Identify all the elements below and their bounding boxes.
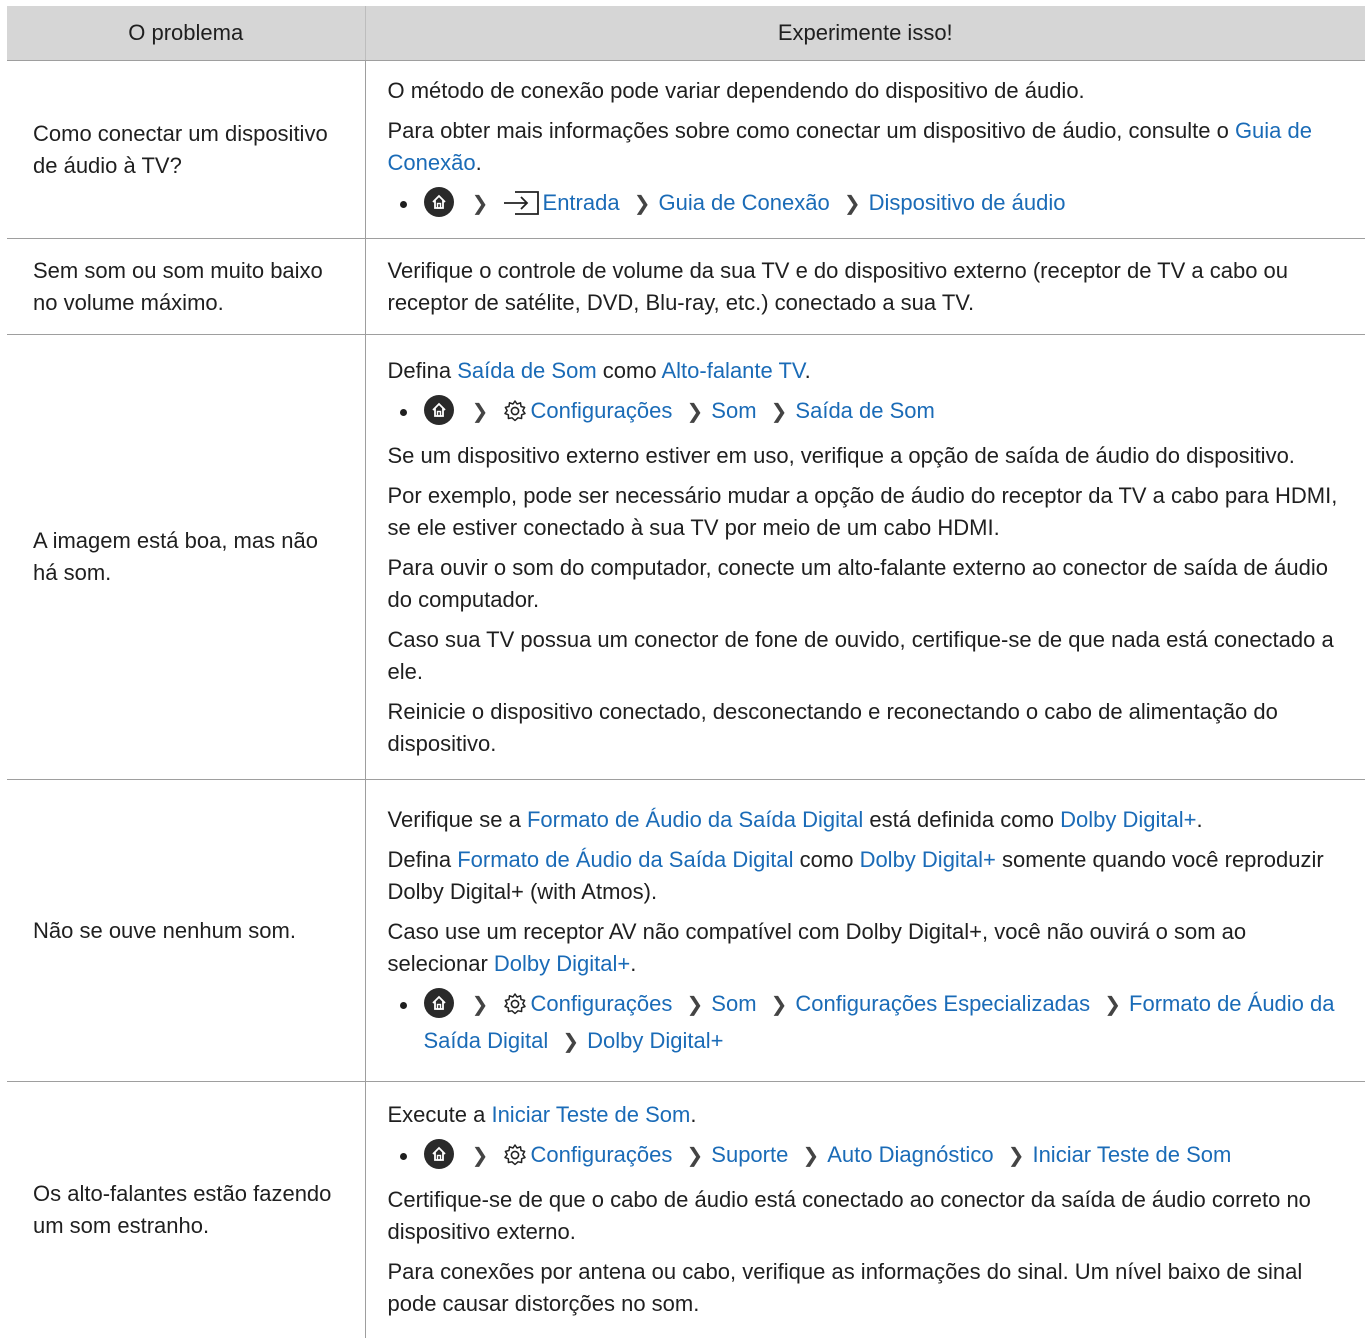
- home-icon: [423, 394, 454, 425]
- solution-paragraph: Verifique se a Formato de Áudio da Saída…: [387, 806, 1203, 832]
- menu-item-configuracoes-especializadas[interactable]: Configurações Especializadas: [795, 991, 1090, 1016]
- link-dolby-digital-plus[interactable]: Dolby Digital+: [1060, 807, 1196, 832]
- menu-path: ❯ Entrada ❯ Guia de Conexão ❯ Dispositivo …: [388, 187, 1346, 224]
- solution-cell: Verifique o controle de volume da sua TV…: [365, 238, 1365, 335]
- solution-paragraph: Caso sua TV possua um conector de fone d…: [387, 626, 1334, 684]
- table-row: Não se ouve nenhum som. Verifique se a F…: [7, 779, 1365, 1082]
- menu-item-entrada[interactable]: Entrada: [543, 190, 620, 215]
- link-dolby-digital-plus[interactable]: Dolby Digital+: [494, 951, 630, 976]
- solution-cell: O método de conexão pode variar dependen…: [365, 60, 1365, 239]
- bullet-dot: [399, 408, 407, 416]
- menu-item-som[interactable]: Som: [711, 398, 756, 423]
- chevron-right-icon: ❯: [633, 193, 651, 215]
- menu-item-dispositivo-audio[interactable]: Dispositivo de áudio: [869, 190, 1066, 215]
- solution-paragraph: Caso use um receptor AV não compatível c…: [387, 918, 1247, 976]
- solution-paragraph: O método de conexão pode variar dependen…: [387, 78, 1085, 103]
- bullet-dot: [399, 201, 407, 208]
- troubleshooting-table-container: O problema Experimente isso! Como conect…: [7, 6, 1365, 1338]
- solution-paragraph: Para conexões por antena ou cabo, verifi…: [387, 1259, 1303, 1317]
- problem-cell: Os alto-falantes estão fazendo um som es…: [7, 1081, 366, 1338]
- gear-icon: [503, 399, 527, 432]
- home-icon: [423, 187, 454, 217]
- link-formato-audio-saida-digital[interactable]: Formato de Áudio da Saída Digital: [527, 807, 863, 832]
- column-header-problem: O problema: [7, 6, 366, 61]
- menu-item-som[interactable]: Som: [711, 991, 756, 1016]
- problem-cell: A imagem está boa, mas não há som.: [7, 334, 366, 780]
- chevron-right-icon: ❯: [770, 400, 788, 423]
- chevron-right-icon: ❯: [471, 400, 489, 423]
- problem-cell: Não se ouve nenhum som.: [7, 779, 366, 1082]
- home-icon: [423, 1139, 454, 1170]
- chevron-right-icon: ❯: [471, 993, 489, 1016]
- solution-paragraph: Verifique o controle de volume da sua TV…: [387, 257, 1289, 315]
- menu-item-iniciar-teste-de-som[interactable]: Iniciar Teste de Som: [1032, 1142, 1231, 1167]
- chevron-right-icon: ❯: [686, 1145, 704, 1168]
- home-icon: [423, 987, 454, 1018]
- solution-paragraph: Reinicie o dispositivo conectado, descon…: [387, 698, 1278, 756]
- bullet-dot: [399, 1001, 407, 1009]
- chevron-right-icon: ❯: [562, 1030, 580, 1053]
- source-input-icon: [503, 191, 539, 224]
- menu-path: ❯ Configurações ❯ Suporte ❯ Auto Diagnósti…: [388, 1139, 1346, 1176]
- chevron-right-icon: ❯: [471, 1145, 489, 1168]
- solution-paragraph: Certifique-se de que o cabo de áudio est…: [387, 1187, 1311, 1245]
- table-row: A imagem está boa, mas não há som. Defin…: [7, 334, 1365, 780]
- gear-icon: [503, 992, 527, 1025]
- solution-paragraph: Para obter mais informações sobre como c…: [387, 118, 1313, 175]
- link-alto-falante-tv[interactable]: Alto-falante TV: [661, 358, 804, 383]
- chevron-right-icon: ❯: [686, 400, 704, 423]
- chevron-right-icon: ❯: [471, 193, 489, 215]
- link-dolby-digital-plus[interactable]: Dolby Digital+: [860, 847, 996, 872]
- link-saida-de-som[interactable]: Saída de Som: [457, 358, 596, 383]
- solution-paragraph: Defina Saída de Som como Alto-falante TV…: [387, 357, 811, 383]
- chevron-right-icon: ❯: [843, 193, 861, 215]
- problem-cell: Sem som ou som muito baixo no volume máx…: [7, 238, 366, 335]
- table-row: Sem som ou som muito baixo no volume máx…: [7, 238, 1365, 335]
- chevron-right-icon: ❯: [1007, 1145, 1025, 1168]
- gear-icon: [503, 1143, 527, 1176]
- table-row: Os alto-falantes estão fazendo um som es…: [7, 1081, 1365, 1338]
- menu-item-auto-diagnostico[interactable]: Auto Diagnóstico: [827, 1142, 993, 1167]
- solution-cell: Verifique se a Formato de Áudio da Saída…: [365, 779, 1365, 1082]
- table-row: Como conectar um dispositivo de áudio à …: [7, 60, 1365, 239]
- solution-paragraph: Para ouvir o som do computador, conecte …: [387, 554, 1328, 612]
- menu-item-configuracoes[interactable]: Configurações: [531, 1142, 673, 1167]
- link-formato-audio-saida-digital[interactable]: Formato de Áudio da Saída Digital: [457, 847, 793, 872]
- menu-item-guia-conexao[interactable]: Guia de Conexão: [658, 190, 829, 215]
- menu-path: ❯ Configurações ❯ Som ❯ Saída de Som: [388, 394, 1346, 432]
- solution-paragraph: Se um dispositivo externo estiver em uso…: [387, 442, 1295, 468]
- menu-item-configuracoes[interactable]: Configurações: [531, 398, 673, 423]
- table-header-row: O problema Experimente isso!: [7, 6, 1365, 61]
- troubleshooting-table: O problema Experimente isso! Como conect…: [7, 6, 1365, 1338]
- chevron-right-icon: ❯: [686, 993, 704, 1016]
- solution-paragraph: Execute a Iniciar Teste de Som.: [387, 1102, 697, 1128]
- menu-item-saida-de-som[interactable]: Saída de Som: [795, 398, 934, 423]
- problem-cell: Como conectar um dispositivo de áudio à …: [7, 60, 366, 239]
- menu-item-suporte[interactable]: Suporte: [711, 1142, 788, 1167]
- column-header-solution: Experimente isso!: [365, 6, 1365, 61]
- chevron-right-icon: ❯: [802, 1145, 820, 1168]
- solution-paragraph: Defina Formato de Áudio da Saída Digital…: [387, 846, 1324, 904]
- solution-paragraph: Por exemplo, pode ser necessário mudar a…: [387, 482, 1338, 540]
- solution-cell: Defina Saída de Som como Alto-falante TV…: [365, 334, 1365, 780]
- menu-path: ❯ Configurações ❯ Som ❯ Configurações Espe…: [388, 987, 1346, 1058]
- menu-item-configuracoes[interactable]: Configurações: [531, 991, 673, 1016]
- menu-item-dolby-digital-plus[interactable]: Dolby Digital+: [587, 1028, 723, 1053]
- solution-cell: Execute a Iniciar Teste de Som. ❯ Config…: [365, 1082, 1365, 1338]
- chevron-right-icon: ❯: [770, 993, 788, 1016]
- chevron-right-icon: ❯: [1104, 993, 1122, 1016]
- link-iniciar-teste-de-som[interactable]: Iniciar Teste de Som: [491, 1102, 690, 1127]
- bullet-dot: [399, 1153, 407, 1161]
